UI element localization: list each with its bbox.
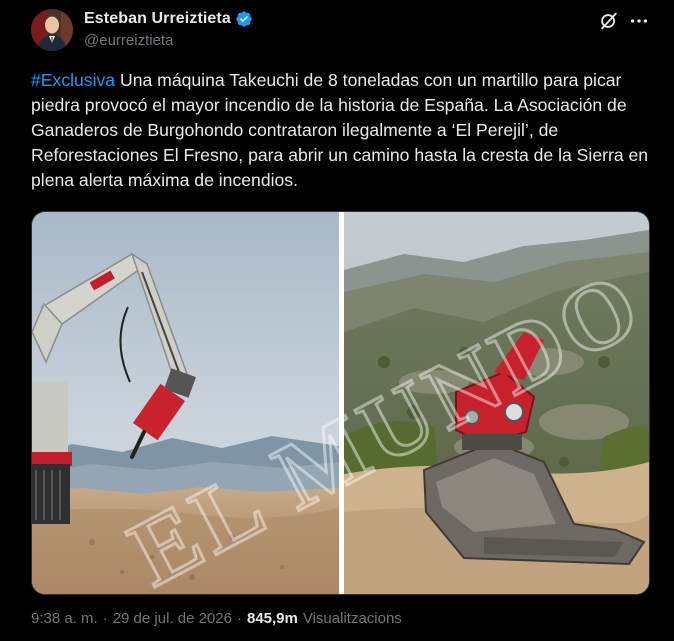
- author-handle[interactable]: @eurreiztieta: [84, 32, 173, 49]
- meta-separator: ·: [102, 610, 108, 627]
- tweet-card: Esteban Urreiztieta @eurreiztieta #Exclu…: [0, 0, 674, 641]
- verified-badge-icon: [236, 11, 252, 27]
- photo-excavator-hammer[interactable]: [32, 212, 339, 594]
- meta-separator: ·: [236, 610, 242, 627]
- media-grid: EL MUNDO: [31, 211, 650, 595]
- tweet-text: #Exclusiva Una máquina Takeuchi de 8 ton…: [31, 68, 651, 193]
- tweet-date[interactable]: 29 de jul. de 2026: [113, 610, 232, 627]
- more-options-icon[interactable]: [628, 10, 650, 32]
- views-count: 845,9m: [246, 610, 298, 627]
- photo-excavator-bucket[interactable]: [344, 212, 649, 594]
- grok-icon[interactable]: [598, 10, 620, 32]
- hashtag-link[interactable]: #Exclusiva: [31, 70, 115, 90]
- tweet-body: Una máquina Takeuchi de 8 toneladas con …: [31, 70, 649, 190]
- author-name-row: Esteban Urreiztieta: [84, 10, 253, 28]
- avatar[interactable]: [31, 9, 73, 51]
- views-label: Visualitzacions: [302, 610, 402, 627]
- tweet-time[interactable]: 9:38 a. m.: [31, 610, 98, 627]
- author-display-name[interactable]: Esteban Urreiztieta: [84, 10, 231, 28]
- tweet-meta: 9:38 a. m. · 29 de jul. de 2026 · 845,9m…: [31, 610, 402, 627]
